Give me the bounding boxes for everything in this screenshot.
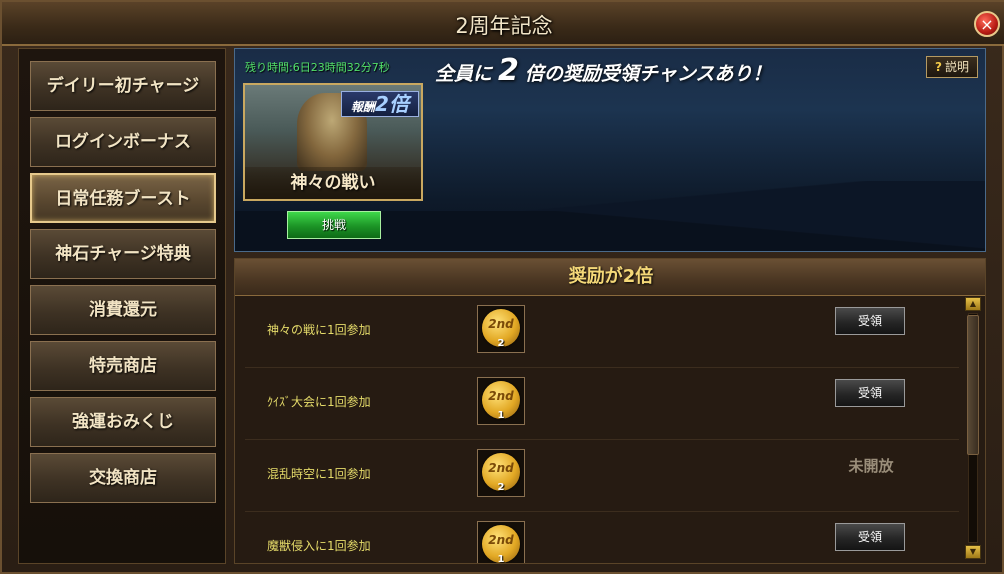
headline-prefix: 全員に [435,63,493,85]
claim-button[interactable]: 受領 [835,523,905,551]
reward-row: 神々の戦に1回参加 2nd 2 受領 [245,295,959,368]
sidebar-item-daily-task-boost[interactable]: 日常任務ブースト [30,173,216,223]
sidebar-item-daily-first-charge[interactable]: デイリー初チャージ [30,61,216,111]
task-label: 魔獣侵入に1回参加 [267,539,371,553]
reward-row: ｸｲｽﾞ大会に1回参加 2nd 1 受領 [245,367,959,440]
claim-button[interactable]: 受領 [835,307,905,335]
sidebar-item-exchange-shop[interactable]: 交換商店 [30,453,216,503]
medal-label: 2nd [488,461,514,475]
scroll-thumb[interactable] [967,315,979,455]
sidebar-item-sale-shop[interactable]: 特売商店 [30,341,216,391]
task-label: 神々の戦に1回参加 [267,323,371,337]
locked-status: 未開放 [848,457,894,475]
sidebar: デイリー初チャージ ログインボーナス 日常任務ブースト 神石チャージ特典 消費還… [18,48,226,564]
badge-multiplier: 2倍 [375,92,409,116]
help-label: 説明 [944,60,969,74]
medal-label: 2nd [488,389,514,403]
window-title: 2周年記念 [455,14,553,38]
sidebar-item-login-bonus[interactable]: ログインボーナス [30,117,216,167]
medal-label: 2nd [488,317,514,331]
task-label: ｸｲｽﾞ大会に1回参加 [267,395,371,409]
event-card-title: 神々の戦い [245,167,421,199]
reward-item-slot[interactable]: 2nd 2 [477,305,525,353]
scroll-up-icon[interactable]: ▲ [965,297,981,311]
scroll-down-icon[interactable]: ▼ [965,545,981,559]
headline-suffix: 倍の奨励受領チャンスあり！ [524,63,772,85]
help-button[interactable]: ? 説明 [926,56,978,78]
sidebar-item-gem-charge-bonus[interactable]: 神石チャージ特典 [30,229,216,279]
reward-item-slot[interactable]: 2nd 1 [477,377,525,425]
claim-button[interactable]: 受領 [835,379,905,407]
event-window: 2周年記念 × デイリー初チャージ ログインボーナス 日常任務ブースト 神石チャ… [0,0,1004,574]
event-card: 報酬2倍 神々の戦い [243,83,423,201]
task-label: 混乱時空に1回参加 [267,467,371,481]
headline-multiplier: 2 [498,53,519,88]
close-icon: × [980,15,994,34]
item-count: 1 [497,410,505,421]
sidebar-item-spending-rebate[interactable]: 消費還元 [30,285,216,335]
banner-headline: 全員に 2 倍の奨励受領チャンスあり！ [435,53,771,88]
item-count: 2 [497,482,505,493]
reward-item-slot[interactable]: 2nd 1 [477,521,525,564]
close-button[interactable]: × [974,11,1000,37]
reward-multiplier-badge: 報酬2倍 [341,91,419,117]
title-bar: 2周年記念 × [2,2,1004,46]
scrollbar[interactable]: ▲ ▼ [965,297,981,559]
rewards-panel: 奨励が2倍 神々の戦に1回参加 2nd 2 受領 ｸｲｽﾞ大会に1回参加 2nd… [234,258,986,564]
reward-row: 混乱時空に1回参加 2nd 2 未開放 [245,439,959,512]
reward-row: 魔獣侵入に1回参加 2nd 1 受領 [245,511,959,564]
medal-label: 2nd [488,533,514,547]
event-banner: 残り時間:6日23時間32分7秒 全員に 2 倍の奨励受領チャンスあり！ ? 説明 報… [234,48,986,252]
question-icon: ? [935,60,942,74]
sidebar-item-lucky-draw[interactable]: 強運おみくじ [30,397,216,447]
rewards-header: 奨励が2倍 [235,259,985,296]
item-count: 2 [497,338,505,349]
challenge-button[interactable]: 挑戦 [287,211,381,239]
reward-item-slot[interactable]: 2nd 2 [477,449,525,497]
badge-text: 報酬 [351,100,376,114]
item-count: 1 [497,554,505,564]
remaining-time: 残り時間:6日23時間32分7秒 [245,61,390,74]
